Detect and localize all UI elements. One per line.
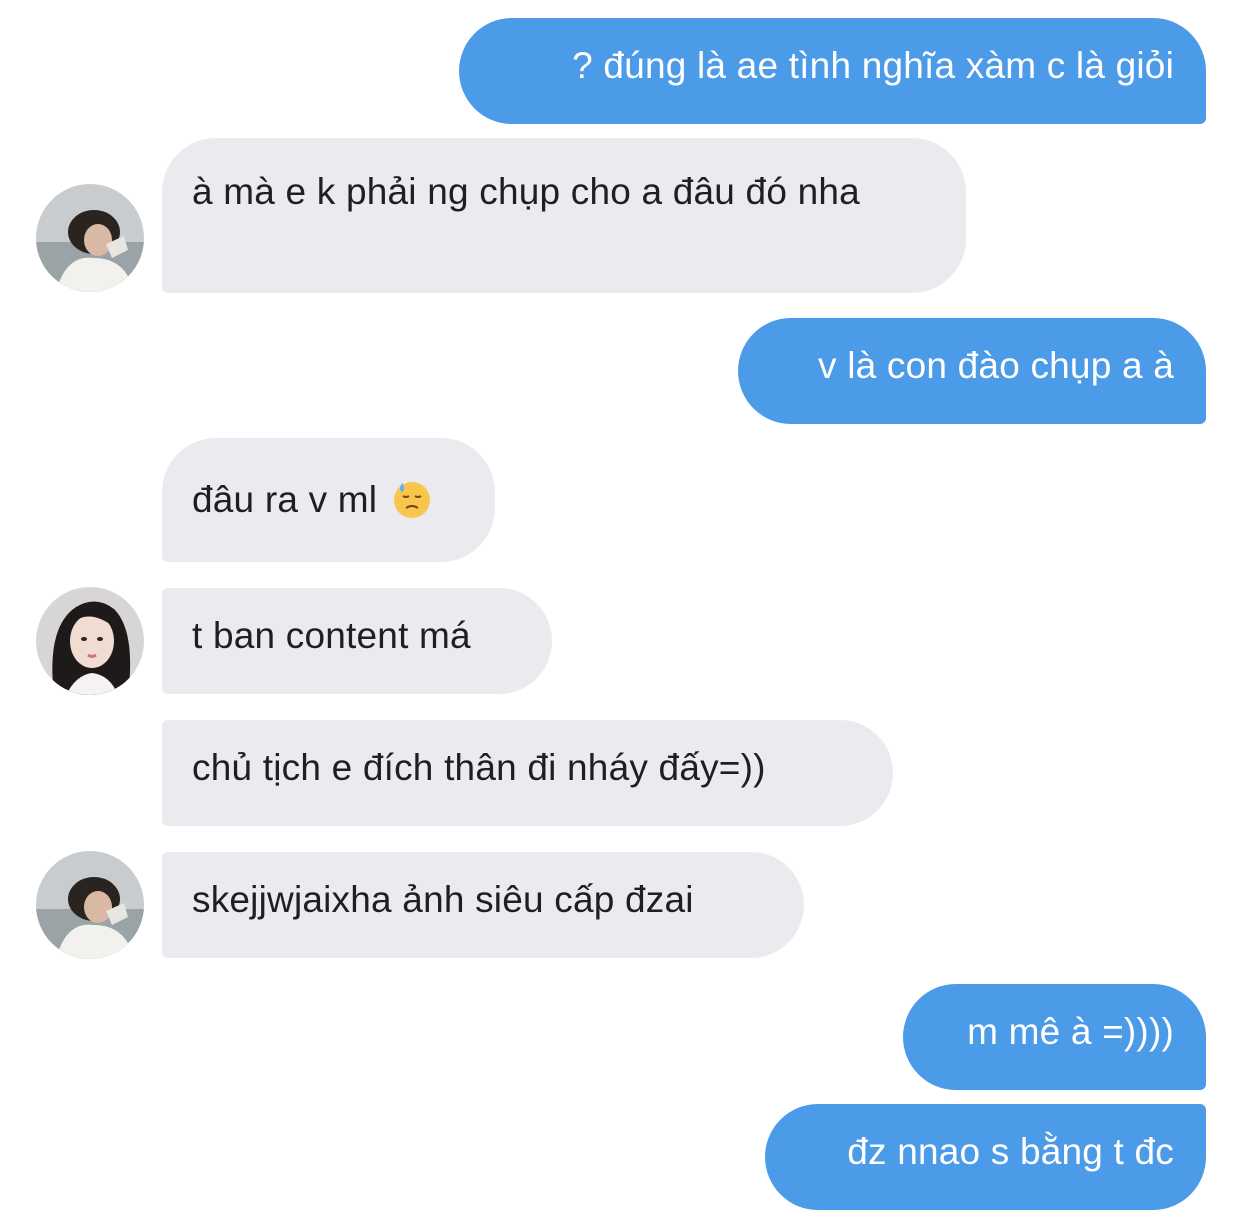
message-bubble-outgoing[interactable]: ? đúng là ae tình nghĩa xàm c là giỏi (459, 18, 1206, 124)
message-bubble-outgoing[interactable]: đz nnao s bằng t đc (765, 1104, 1206, 1210)
message-bubble-incoming[interactable]: đâu ra v ml (162, 438, 495, 562)
contact-avatar-male[interactable] (36, 184, 144, 292)
message-text: đz nnao s bằng t đc (847, 1131, 1174, 1172)
message-text: chủ tịch e đích thân đi nháy đấy=)) (192, 747, 766, 788)
message-text: à mà e k phải ng chụp cho a đâu đó nha (192, 171, 860, 212)
message-text: t ban content má (192, 615, 471, 656)
message-text: m mê à =)))) (967, 1011, 1174, 1052)
message-text: đâu ra v ml (192, 479, 378, 520)
message-text: v là con đào chụp a à (818, 345, 1174, 386)
message-bubble-incoming[interactable]: t ban content má (162, 588, 552, 694)
avatar-photo-icon (36, 184, 144, 292)
contact-avatar-female[interactable] (36, 587, 144, 695)
avatar-photo-icon (36, 851, 144, 959)
message-bubble-incoming[interactable]: chủ tịch e đích thân đi nháy đấy=)) (162, 720, 893, 826)
downcast-sweat-emoji-icon (393, 482, 430, 519)
message-text: ? đúng là ae tình nghĩa xàm c là giỏi (572, 45, 1174, 86)
message-bubble-incoming[interactable]: à mà e k phải ng chụp cho a đâu đó nha (162, 138, 966, 293)
message-bubble-outgoing[interactable]: m mê à =)))) (903, 984, 1206, 1090)
avatar-photo-icon (36, 587, 144, 695)
message-text: skejjwjaixha ảnh siêu cấp đzai (192, 879, 694, 920)
message-bubble-outgoing[interactable]: v là con đào chụp a à (738, 318, 1206, 424)
contact-avatar-male[interactable] (36, 851, 144, 959)
message-bubble-incoming[interactable]: skejjwjaixha ảnh siêu cấp đzai (162, 852, 804, 958)
